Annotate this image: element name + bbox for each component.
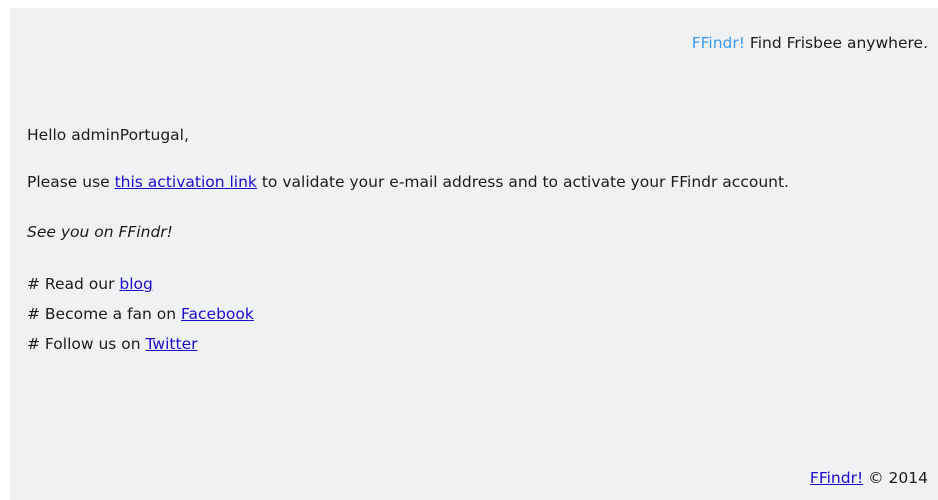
blog-line: # Read our blog [27, 269, 922, 299]
activation-paragraph: Please use this activation link to valid… [27, 169, 922, 196]
email-body: Hello adminPortugal, Please use this act… [27, 122, 922, 359]
brand-name: FFindr! [691, 34, 745, 52]
twitter-line: # Follow us on Twitter [27, 329, 922, 359]
email-header: FFindr! Find Frisbee anywhere. [692, 34, 928, 52]
blog-prefix: # Read our [27, 275, 120, 293]
social-links: # Read our blog # Become a fan on Facebo… [27, 269, 922, 359]
facebook-link[interactable]: Facebook [181, 305, 254, 323]
email-container: FFindr! Find Frisbee anywhere. Hello adm… [10, 8, 938, 500]
activation-text-before: Please use [27, 173, 115, 191]
footer-brand-link[interactable]: FFindr! [810, 469, 863, 487]
activation-text-after: to validate your e-mail address and to a… [256, 173, 789, 191]
twitter-link[interactable]: Twitter [146, 335, 198, 353]
greeting: Hello adminPortugal, [27, 126, 189, 144]
blog-link[interactable]: blog [119, 275, 152, 293]
signoff: See you on FFindr! [27, 223, 173, 241]
facebook-line: # Become a fan on Facebook [27, 299, 922, 329]
activation-link[interactable]: this activation link [115, 173, 257, 191]
email-footer: FFindr! © 2014 [810, 469, 928, 487]
header-tagline: Find Frisbee anywhere. [749, 34, 928, 52]
facebook-prefix: # Become a fan on [27, 305, 182, 323]
copyright: © 2014 [868, 469, 928, 487]
twitter-prefix: # Follow us on [27, 335, 146, 353]
